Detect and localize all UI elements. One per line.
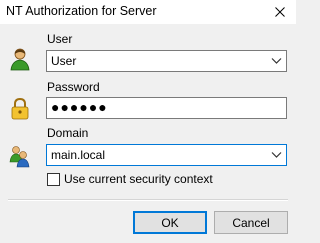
separator <box>8 199 288 201</box>
close-icon <box>275 7 285 17</box>
security-context-label: Use current security context <box>64 172 213 186</box>
domain-combobox[interactable]: main.local <box>46 144 287 166</box>
user-icon <box>8 47 32 71</box>
chevron-down-icon[interactable] <box>271 57 282 65</box>
password-label: Password <box>47 80 100 94</box>
chevron-down-icon[interactable] <box>271 151 282 159</box>
window-title: NT Authorization for Server <box>6 4 157 18</box>
users-group-icon <box>8 144 32 168</box>
security-context-option[interactable]: Use current security context <box>47 172 213 186</box>
user-label: User <box>47 32 73 46</box>
domain-value: main.local <box>51 148 106 162</box>
ok-button[interactable]: OK <box>133 211 207 234</box>
padlock-icon <box>8 97 32 121</box>
user-value: User <box>51 54 77 68</box>
security-context-checkbox[interactable] <box>47 172 60 186</box>
user-combobox[interactable]: User <box>46 50 287 72</box>
title-bar: NT Authorization for Server <box>0 0 296 24</box>
domain-label: Domain <box>47 126 89 140</box>
close-button[interactable] <box>264 0 296 24</box>
password-field[interactable]: ●●●●●● <box>46 97 287 119</box>
cancel-button[interactable]: Cancel <box>214 211 288 234</box>
password-value: ●●●●●● <box>51 99 108 115</box>
